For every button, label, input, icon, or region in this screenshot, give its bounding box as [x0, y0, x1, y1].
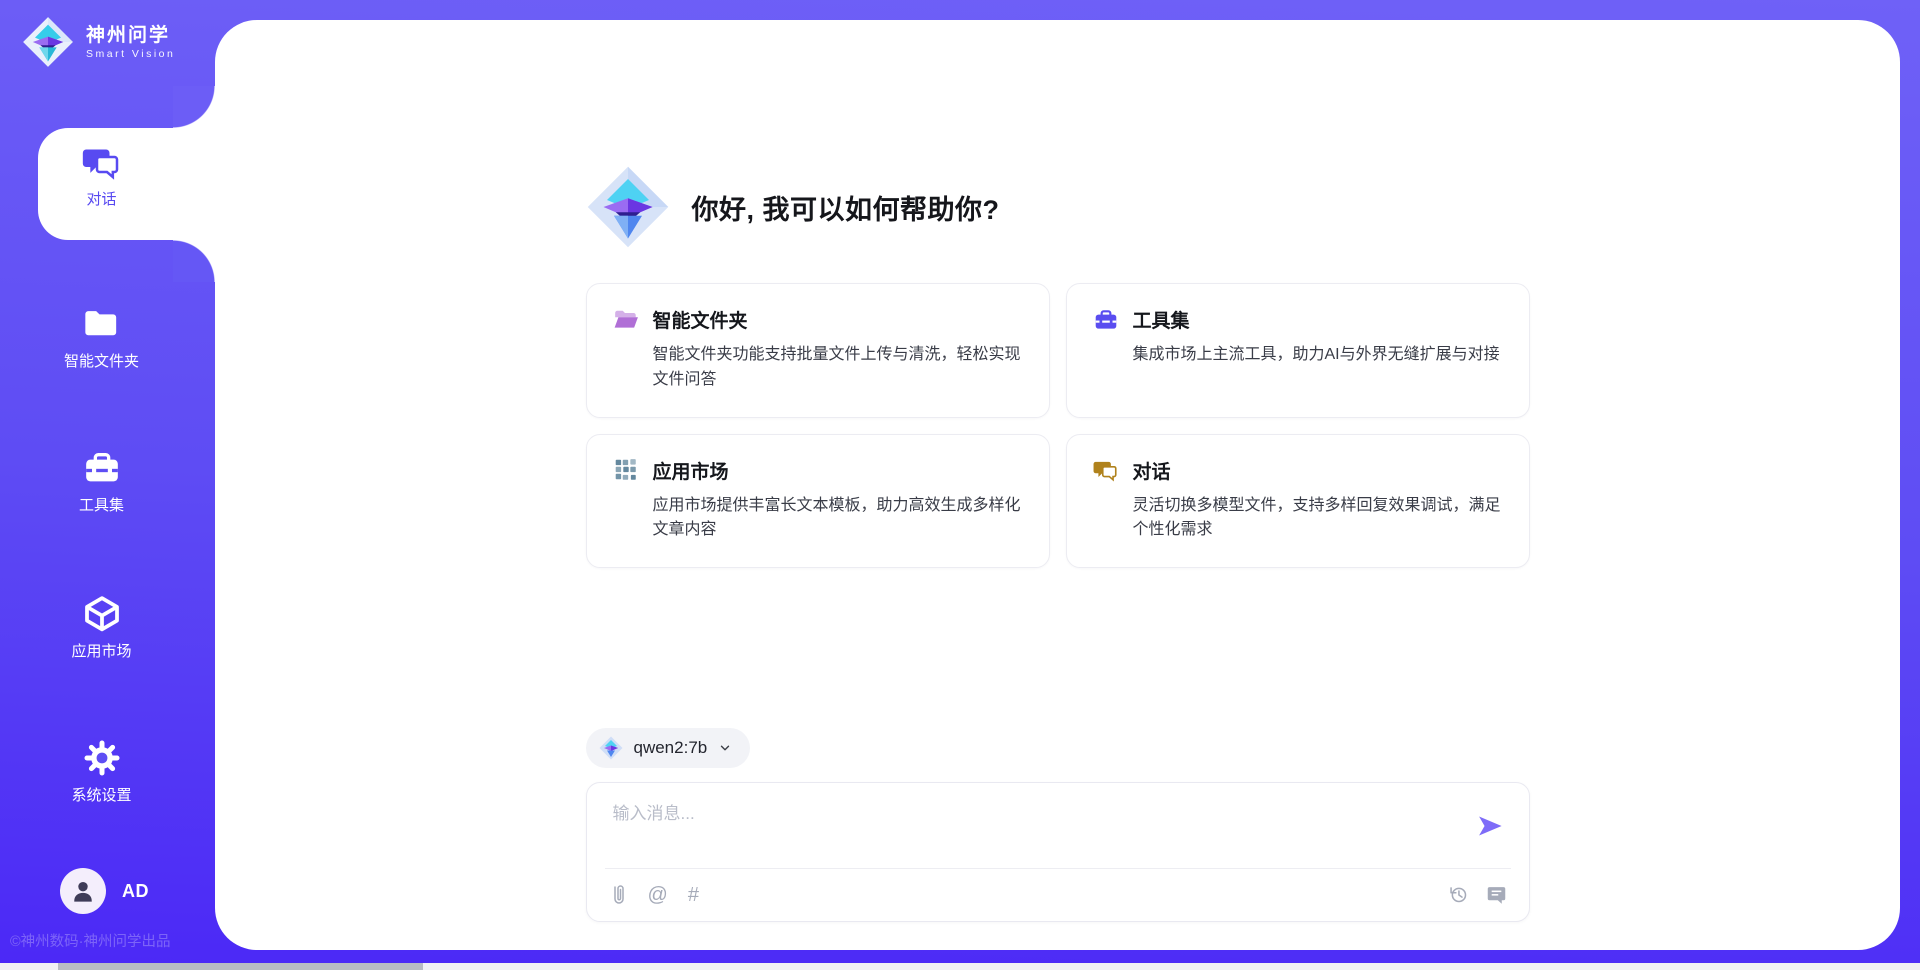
model-name: qwen2:7b: [634, 738, 708, 758]
message-input[interactable]: [611, 797, 1435, 859]
sidebar-item-label: 对话: [86, 191, 116, 209]
chevron-down-icon: [718, 741, 732, 755]
feature-card-app-market[interactable]: 应用市场 应用市场提供丰富长文本模板，助力高效生成多样化文章内容: [586, 434, 1050, 569]
card-description: 应用市场提供丰富长文本模板，助力高效生成多样化文章内容: [653, 494, 1023, 544]
hash-icon: #: [688, 885, 699, 905]
composer-tools-left: @ #: [609, 884, 699, 906]
folder-icon: [82, 304, 122, 344]
scrollbar-thumb[interactable]: [58, 963, 423, 970]
send-icon: [1475, 811, 1505, 841]
send-button[interactable]: [1473, 809, 1507, 846]
sidebar-item-label: 系统设置: [71, 787, 131, 805]
sidebar-item-settings[interactable]: 系统设置: [0, 738, 215, 805]
content-column: 你好, 我可以如何帮助你? 智能文件夹 智能文件夹功能支持批量文件上传与清洗，轻…: [586, 20, 1530, 922]
brand-gem-icon: [22, 16, 74, 68]
card-title: 应用市场: [653, 457, 729, 484]
brand-logo: 神州问学 Smart Vision: [22, 16, 175, 68]
sidebar-item-smart-folder[interactable]: 智能文件夹: [0, 304, 215, 371]
person-icon: [68, 876, 98, 906]
paperclip-icon: [609, 884, 628, 906]
main-content: 你好, 我可以如何帮助你? 智能文件夹 智能文件夹功能支持批量文件上传与清洗，轻…: [215, 20, 1900, 950]
model-gem-icon: [599, 736, 623, 760]
sidebar: 神州问学 Smart Vision 对话 智能文件夹 工具集: [0, 0, 215, 970]
feature-cards: 智能文件夹 智能文件夹功能支持批量文件上传与清洗，轻松实现文件问答 工具集 集成…: [586, 283, 1530, 568]
feature-card-toolset[interactable]: 工具集 集成市场上主流工具，助力AI与外界无缝扩展与对接: [1066, 283, 1530, 418]
card-title: 智能文件夹: [653, 306, 748, 333]
message-composer: @ #: [586, 782, 1530, 922]
history-button[interactable]: [1448, 884, 1469, 905]
chat-icon: [1093, 457, 1119, 483]
card-description: 灵活切换多模型文件，支持多样回复效果调试，满足个性化需求: [1133, 494, 1503, 544]
greeting-title: 你好, 我可以如何帮助你?: [692, 188, 1000, 227]
brand-name: 神州问学: [86, 24, 175, 48]
sidebar-item-chat[interactable]: 对话: [0, 142, 215, 209]
horizontal-scrollbar[interactable]: [0, 963, 1920, 970]
sidebar-item-label: 智能文件夹: [64, 353, 139, 371]
toolbox-icon: [1093, 307, 1119, 333]
sidebar-item-label: 工具集: [79, 497, 124, 515]
model-selector[interactable]: qwen2:7b: [586, 728, 751, 768]
grid-cube-icon: [613, 457, 639, 483]
card-description: 集成市场上主流工具，助力AI与外界无缝扩展与对接: [1133, 343, 1503, 368]
avatar: [60, 868, 106, 914]
at-icon: @: [648, 885, 668, 905]
gear-icon: [82, 738, 122, 778]
sidebar-item-app-market[interactable]: 应用市场: [0, 594, 215, 661]
user-profile[interactable]: AD: [60, 868, 149, 914]
greeting-block: 你好, 我可以如何帮助你?: [586, 165, 1530, 249]
user-name: AD: [122, 881, 149, 902]
sidebar-item-toolset[interactable]: 工具集: [0, 448, 215, 515]
cube-icon: [82, 594, 122, 634]
attach-button[interactable]: [609, 884, 628, 906]
mention-button[interactable]: @: [648, 885, 668, 905]
conversations-button[interactable]: [1486, 884, 1507, 905]
feature-card-chat[interactable]: 对话 灵活切换多模型文件，支持多样回复效果调试，满足个性化需求: [1066, 434, 1530, 569]
card-title: 对话: [1133, 457, 1171, 484]
card-title: 工具集: [1133, 306, 1190, 333]
feature-card-smart-folder[interactable]: 智能文件夹 智能文件夹功能支持批量文件上传与清洗，轻松实现文件问答: [586, 283, 1050, 418]
copyright-text: ©神州数码·神州问学出品: [10, 930, 220, 951]
chat-icon: [82, 142, 122, 182]
topic-button[interactable]: #: [688, 885, 699, 905]
assistant-gem-icon: [586, 165, 670, 249]
briefcase-icon: [82, 448, 122, 488]
brand-subtitle: Smart Vision: [86, 48, 175, 60]
brand-text: 神州问学 Smart Vision: [86, 24, 175, 61]
sidebar-item-label: 应用市场: [71, 643, 131, 661]
history-icon: [1448, 884, 1469, 905]
composer-tools-right: [1448, 884, 1507, 905]
composer-divider: [605, 868, 1511, 869]
folder-open-icon: [613, 307, 639, 333]
chat-square-icon: [1486, 884, 1507, 905]
card-description: 智能文件夹功能支持批量文件上传与清洗，轻松实现文件问答: [653, 343, 1023, 393]
